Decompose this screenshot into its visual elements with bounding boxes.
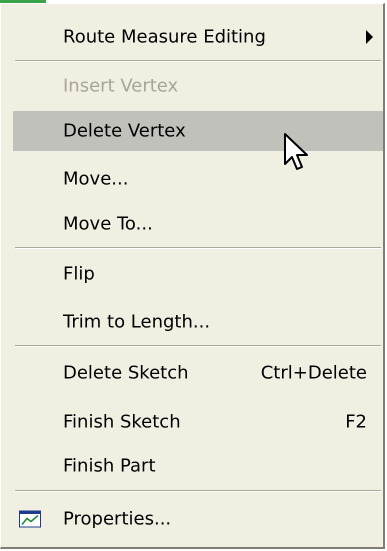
menu-item-label: Properties... xyxy=(63,508,172,530)
menu-item-properties[interactable]: Properties... xyxy=(13,499,383,539)
menu-item-move[interactable]: Move... xyxy=(13,159,383,199)
menu-item-label: Route Measure Editing xyxy=(63,26,266,48)
menu-item-label: Trim to Length... xyxy=(63,311,211,333)
menu-item-move-to[interactable]: Move To... xyxy=(13,204,383,244)
menu-item-insert-vertex[interactable]: Insert Vertex xyxy=(13,66,383,106)
menu-item-label: Insert Vertex xyxy=(63,75,179,97)
menu-item-label: Flip xyxy=(63,263,95,285)
menu-separator xyxy=(15,345,381,347)
context-menu: Route Measure Editing Insert Vertex Dele… xyxy=(0,3,385,549)
menu-item-label: Finish Part xyxy=(63,455,156,477)
menu-separator xyxy=(15,247,381,249)
menu-item-flip[interactable]: Flip xyxy=(13,254,383,294)
menu-item-label: Move To... xyxy=(63,213,153,235)
menu-item-shortcut: F2 xyxy=(345,411,367,433)
menu-item-delete-vertex[interactable]: Delete Vertex xyxy=(13,111,383,151)
properties-chart-icon xyxy=(19,510,41,528)
menu-item-label: Delete Vertex xyxy=(63,120,186,142)
menu-item-route-measure-editing[interactable]: Route Measure Editing xyxy=(13,17,383,57)
menu-separator xyxy=(15,490,381,492)
menu-item-label: Move... xyxy=(63,168,129,190)
mouse-pointer-icon xyxy=(284,133,308,170)
menu-item-trim-to-length[interactable]: Trim to Length... xyxy=(13,302,383,342)
menu-item-finish-part[interactable]: Finish Part xyxy=(13,446,383,486)
menu-item-finish-sketch[interactable]: Finish Sketch F2 xyxy=(13,402,383,442)
menu-item-delete-sketch[interactable]: Delete Sketch Ctrl+Delete xyxy=(13,353,383,393)
menu-separator xyxy=(15,60,381,62)
menu-item-label: Finish Sketch xyxy=(63,411,181,433)
menu-item-shortcut: Ctrl+Delete xyxy=(260,362,367,384)
menu-item-label: Delete Sketch xyxy=(63,362,189,384)
triangle-right-icon xyxy=(366,30,373,44)
